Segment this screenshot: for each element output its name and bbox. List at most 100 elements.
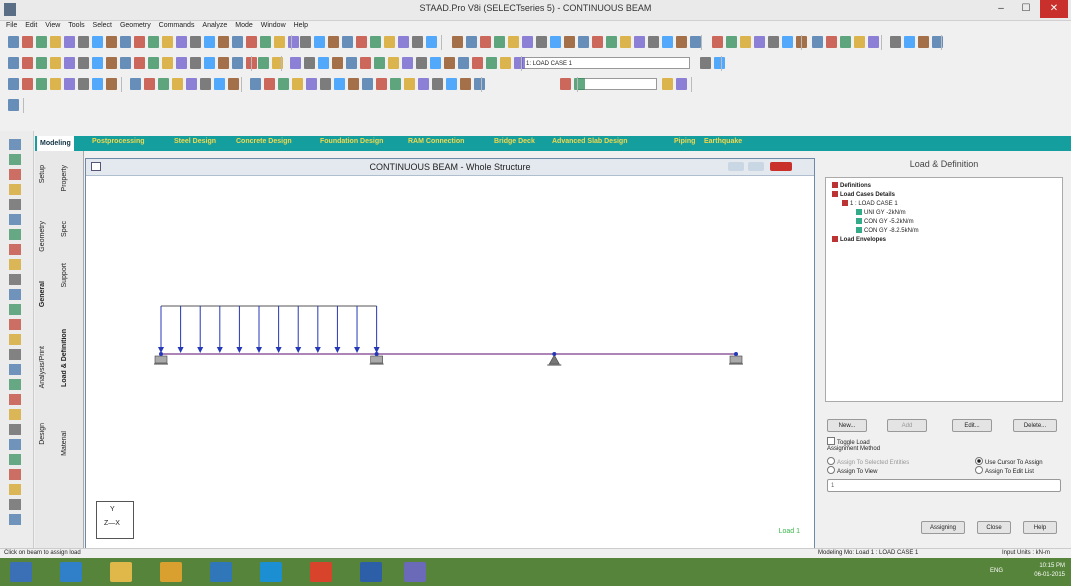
page-tab-earthquake[interactable]: Earthquake (704, 138, 742, 145)
toolbar-tool-icon[interactable] (200, 78, 211, 90)
toolbar-tool-icon[interactable] (904, 36, 915, 48)
toolbar-tool-icon[interactable] (264, 78, 275, 90)
toolbar-tool-icon[interactable] (120, 36, 131, 48)
vtab-analysis-print[interactable]: Analysis/Print (39, 346, 46, 388)
toolbar-tool-icon[interactable] (472, 57, 483, 69)
toolbar-tool-icon[interactable] (398, 36, 409, 48)
checkbox[interactable] (827, 437, 835, 445)
menu-commands[interactable]: Commands (159, 20, 195, 31)
tree-load-item[interactable]: CON GY -5.2kN/m (856, 218, 914, 225)
load-tree[interactable]: Definitions Load Cases Details 1 : LOAD … (825, 177, 1063, 402)
toolbar-tool-icon[interactable] (574, 78, 585, 90)
structure-tool-icon[interactable] (9, 409, 21, 420)
toolbar-tool-icon[interactable] (714, 57, 725, 69)
vtab-material[interactable]: Material (61, 431, 68, 456)
toolbar-tool-icon[interactable] (508, 36, 519, 48)
structure-view-window[interactable]: CONTINUOUS BEAM - Whole Structure Y Z—X … (85, 158, 815, 550)
toolbar-tool-icon[interactable] (320, 78, 331, 90)
page-tab-ram-connection[interactable]: RAM Connection (408, 138, 464, 145)
start-button[interactable] (10, 562, 32, 582)
toolbar-tool-icon[interactable] (606, 36, 617, 48)
tree-load-case-1[interactable]: 1 : LOAD CASE 1 (842, 200, 898, 207)
toolbar-tool-icon[interactable] (356, 36, 367, 48)
toolbar-tool-icon[interactable] (418, 78, 429, 90)
page-tab-modeling[interactable]: Modeling (37, 136, 74, 151)
view-close-button[interactable] (770, 162, 792, 171)
toolbar-tool-icon[interactable] (228, 78, 239, 90)
page-tab-foundation-design[interactable]: Foundation Design (320, 138, 383, 145)
media-player-icon[interactable] (310, 562, 332, 582)
structure-tool-icon[interactable] (9, 289, 21, 300)
toolbar-tool-icon[interactable] (426, 36, 437, 48)
toolbar-tool-icon[interactable] (8, 57, 19, 69)
toolbar-tool-icon[interactable] (592, 36, 603, 48)
toolbar-tool-icon[interactable] (370, 36, 381, 48)
structure-tool-icon[interactable] (9, 139, 21, 150)
toolbar-tool-icon[interactable] (78, 57, 89, 69)
toolbar-tool-icon[interactable] (404, 78, 415, 90)
toolbar-tool-icon[interactable] (36, 36, 47, 48)
toolbar-tool-icon[interactable] (50, 78, 61, 90)
minimize-button[interactable]: – (990, 0, 1012, 18)
toolbar-tool-icon[interactable] (466, 36, 477, 48)
structure-tool-icon[interactable] (9, 154, 21, 165)
toolbar-tool-icon[interactable] (318, 57, 329, 69)
toolbar-tool-icon[interactable] (334, 78, 345, 90)
maximize-button[interactable]: ☐ (1015, 0, 1037, 18)
tree-load-item[interactable]: UNI GY -2kN/m (856, 209, 906, 216)
page-tab-advanced-slab-design[interactable]: Advanced Slab Design (552, 138, 627, 145)
toolbar-tool-icon[interactable] (648, 36, 659, 48)
toolbar-tool-icon[interactable] (64, 57, 75, 69)
vtab-load-definition[interactable]: Load & Definition (61, 329, 68, 387)
language-indicator[interactable]: ENG (990, 568, 1003, 574)
toolbar-tool-icon[interactable] (388, 57, 399, 69)
toolbar-tool-icon[interactable] (430, 57, 441, 69)
toolbar-tool-icon[interactable] (204, 36, 215, 48)
structure-tool-icon[interactable] (9, 514, 21, 525)
toolbar-tool-icon[interactable] (246, 36, 257, 48)
page-tab-piping[interactable]: Piping (674, 138, 695, 145)
toolbar-tool-icon[interactable] (676, 36, 687, 48)
structure-tool-icon[interactable] (9, 214, 21, 225)
toolbar-tool-icon[interactable] (214, 78, 225, 90)
menu-help[interactable]: Help (294, 20, 308, 31)
toolbar-tool-icon[interactable] (22, 57, 33, 69)
toolbar-tool-icon[interactable] (754, 36, 765, 48)
tree-load-envelopes[interactable]: Load Envelopes (832, 236, 886, 243)
toolbar-tool-icon[interactable] (8, 78, 19, 90)
tree-load-cases-details[interactable]: Load Cases Details (832, 191, 895, 198)
toolbar-tool-icon[interactable] (726, 36, 737, 48)
menu-view[interactable]: View (45, 20, 60, 31)
toolbar-tool-icon[interactable] (560, 78, 571, 90)
radio[interactable] (827, 466, 835, 474)
structure-tool-icon[interactable] (9, 379, 21, 390)
structure-tool-icon[interactable] (9, 364, 21, 375)
menu-geometry[interactable]: Geometry (120, 20, 151, 31)
toolbar-tool-icon[interactable] (868, 36, 879, 48)
toolbar-tool-icon[interactable] (306, 78, 317, 90)
toolbar-tool-icon[interactable] (22, 36, 33, 48)
toolbar-tool-icon[interactable] (826, 36, 837, 48)
toolbar-tool-icon[interactable] (662, 78, 673, 90)
structure-tool-icon[interactable] (9, 229, 21, 240)
add-button[interactable]: Add (887, 419, 927, 432)
toolbar-tool-icon[interactable] (258, 57, 269, 69)
structure-tool-icon[interactable] (9, 334, 21, 345)
chrome-icon[interactable] (160, 562, 182, 582)
assign-view-radio[interactable]: Assign To View (827, 466, 877, 475)
vtab-spec[interactable]: Spec (61, 221, 68, 237)
toolbar-tool-icon[interactable] (274, 36, 285, 48)
structure-tool-icon[interactable] (9, 499, 21, 510)
use-cursor-radio[interactable]: Use Cursor To Assign (975, 457, 1043, 466)
menu-mode[interactable]: Mode (235, 20, 253, 31)
close-panel-button[interactable]: Close (977, 521, 1011, 534)
structure-tool-icon[interactable] (9, 454, 21, 465)
new-button[interactable]: New... (827, 419, 867, 432)
toolbar-tool-icon[interactable] (50, 57, 61, 69)
toolbar-tool-icon[interactable] (452, 36, 463, 48)
toolbar-tool-icon[interactable] (348, 78, 359, 90)
toolbar-tool-icon[interactable] (712, 36, 723, 48)
structure-tool-icon[interactable] (9, 259, 21, 270)
structure-tool-icon[interactable] (9, 484, 21, 495)
structure-tool-icon[interactable] (9, 199, 21, 210)
